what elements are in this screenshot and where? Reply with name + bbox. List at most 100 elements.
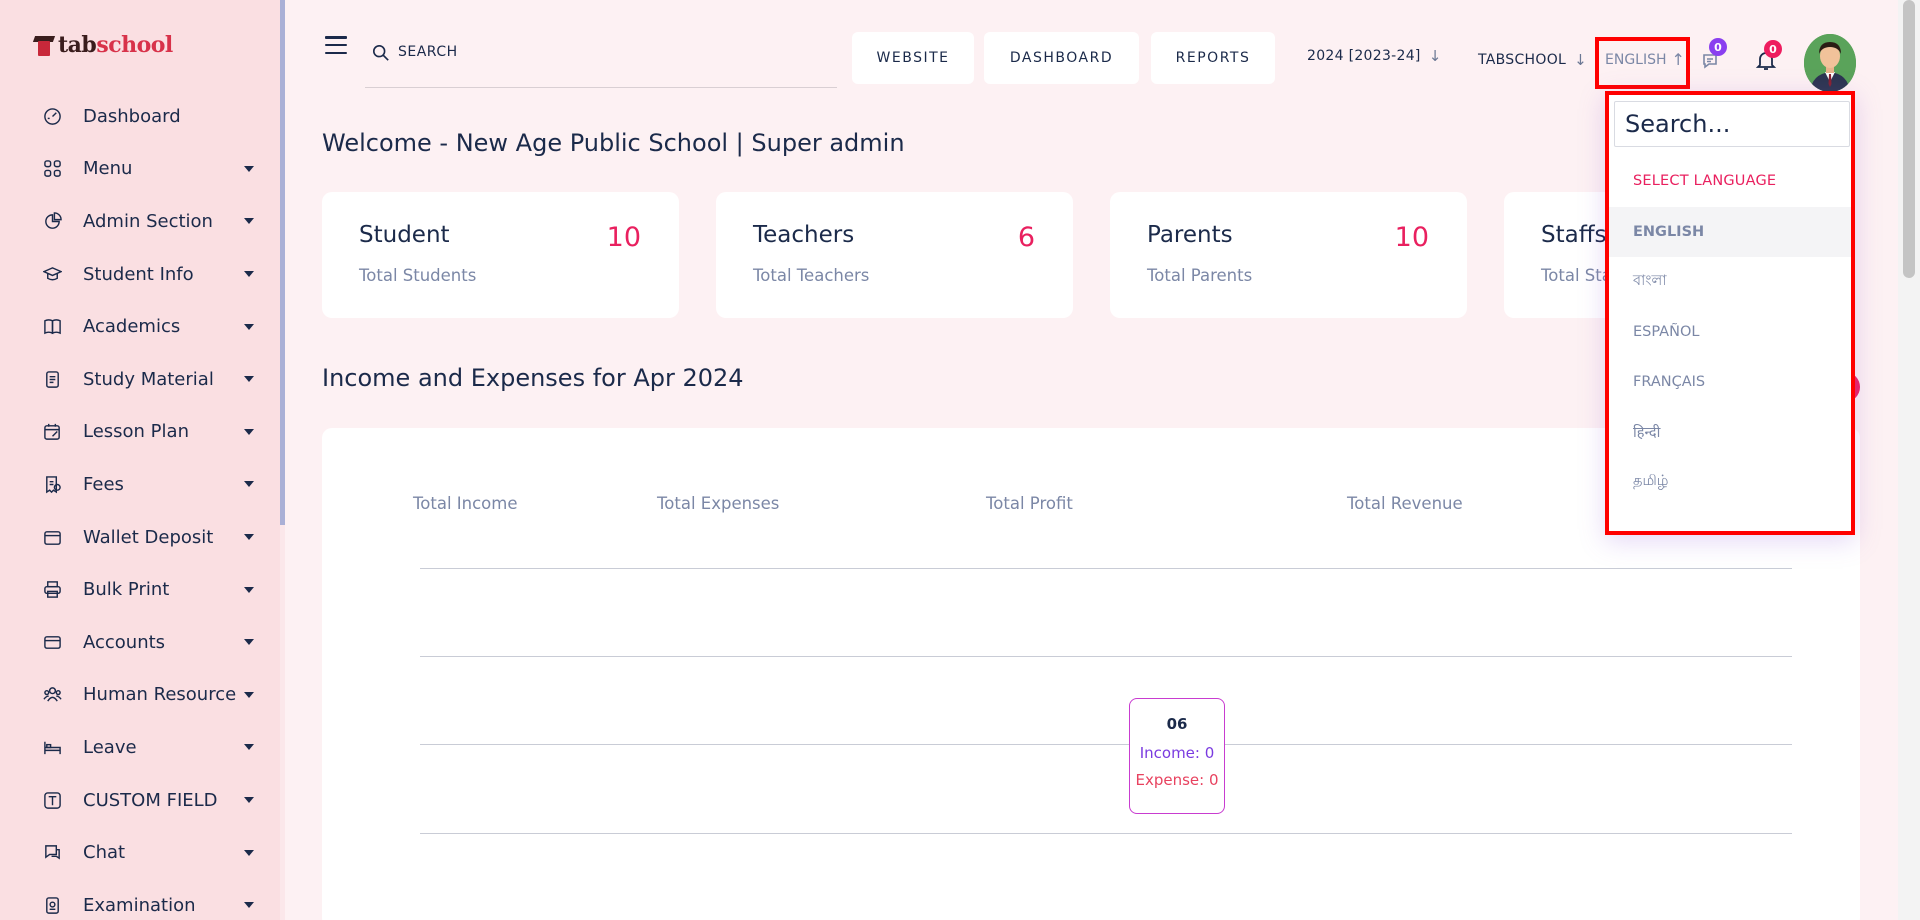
- caret-down-icon: [244, 428, 254, 435]
- sidebar-item-label: Leave: [83, 736, 137, 758]
- tooltip-date: 06: [1166, 715, 1188, 733]
- card-title: Parents: [1147, 222, 1233, 248]
- language-option-english[interactable]: ENGLISH: [1609, 207, 1851, 257]
- notifications-button[interactable]: 0: [1754, 40, 1782, 74]
- caret-down-icon: [244, 902, 254, 909]
- notification-count-badge: 0: [1764, 40, 1782, 58]
- sidebar-item-label: Human Resource: [83, 684, 237, 706]
- sidebar-item-dashboard[interactable]: Dashboard: [0, 90, 280, 143]
- sidebar-item-chat[interactable]: Chat: [0, 826, 280, 879]
- session-label: 2024 [2023-24]: [1307, 48, 1421, 64]
- sidebar-item-leave[interactable]: Leave: [0, 721, 280, 774]
- total-profit-label: Total Profit: [986, 494, 1073, 513]
- sidebar-item-custom-field[interactable]: CUSTOM FIELD: [0, 774, 280, 827]
- bed-icon: [42, 737, 62, 757]
- school-label: TABSCHOOL: [1478, 52, 1567, 68]
- caret-down-icon: [244, 165, 254, 172]
- sidebar-item-lesson-plan[interactable]: Lesson Plan: [0, 406, 280, 459]
- session-selector[interactable]: 2024 [2023-24] ↓: [1307, 47, 1442, 65]
- sidebar-item-label: Examination: [83, 894, 196, 916]
- language-label: ENGLISH: [1605, 51, 1667, 68]
- card-count: 10: [606, 222, 641, 253]
- page-title: Welcome - New Age Public School | Super …: [322, 129, 905, 157]
- website-button[interactable]: WEBSITE: [852, 32, 974, 84]
- sidebar-item-menu[interactable]: Menu: [0, 143, 280, 196]
- student-card[interactable]: Student Total Students 10: [322, 192, 679, 318]
- sidebar-item-wallet-deposit[interactable]: Wallet Deposit: [0, 511, 280, 564]
- arrow-up-icon: ↑: [1671, 50, 1685, 69]
- caret-down-icon: [244, 744, 254, 751]
- grid-icon: [42, 159, 62, 179]
- sidebar-item-label: Student Info: [83, 263, 194, 285]
- caret-down-icon: [244, 271, 254, 278]
- sidebar-item-human-resource[interactable]: Human Resource: [0, 669, 280, 722]
- people-icon: [42, 685, 62, 705]
- messages-button[interactable]: 0: [1700, 38, 1727, 74]
- search-input[interactable]: [398, 44, 798, 60]
- sidebar-item-label: Fees: [83, 473, 124, 495]
- school-selector[interactable]: TABSCHOOL ↓: [1478, 51, 1587, 69]
- search-icon: [372, 44, 389, 61]
- hamburger-menu-icon[interactable]: [325, 36, 347, 54]
- sidebar-item-student-info[interactable]: Student Info: [0, 248, 280, 301]
- caret-down-icon: [244, 376, 254, 383]
- brand-logo[interactable]: tabschool: [32, 30, 173, 60]
- language-option-hindi[interactable]: हिन्दी: [1609, 407, 1851, 457]
- chart-gridline: [420, 568, 1792, 569]
- dashboard-button[interactable]: DASHBOARD: [984, 32, 1139, 84]
- sidebar: tabschool Dashboard Menu Admin Section S…: [0, 0, 280, 920]
- total-revenue-label: Total Revenue: [1347, 494, 1463, 513]
- chart-gridline: [420, 833, 1792, 834]
- wallet-icon: [42, 527, 62, 547]
- sidebar-item-fees[interactable]: Fees: [0, 458, 280, 511]
- sidebar-item-label: Study Material: [83, 368, 214, 390]
- card-title: Student: [359, 222, 450, 248]
- sidebar-item-examination[interactable]: Examination: [0, 879, 280, 920]
- sidebar-item-admin-section[interactable]: Admin Section: [0, 195, 280, 248]
- language-option-espanol[interactable]: ESPAÑOL: [1609, 307, 1851, 357]
- sidebar-item-label: CUSTOM FIELD: [83, 789, 218, 811]
- sidebar-item-label: Bulk Print: [83, 579, 170, 601]
- sidebar-item-label: Chat: [83, 842, 126, 864]
- sidebar-item-bulk-print[interactable]: Bulk Print: [0, 563, 280, 616]
- text-field-icon: [42, 790, 62, 810]
- header-search: [365, 36, 837, 88]
- card-count: 6: [1017, 222, 1035, 253]
- sidebar-item-academics[interactable]: Academics: [0, 300, 280, 353]
- sidebar-scrollbar[interactable]: [280, 0, 285, 920]
- tooltip-income: Income: 0: [1139, 744, 1215, 762]
- card-subtitle: Total Teachers: [753, 266, 870, 285]
- user-avatar[interactable]: [1804, 34, 1856, 92]
- dashboard-icon: [42, 106, 62, 126]
- caret-down-icon: [244, 691, 254, 698]
- caret-down-icon: [244, 218, 254, 225]
- language-search-input[interactable]: [1614, 101, 1850, 147]
- sidebar-item-study-material[interactable]: Study Material: [0, 353, 280, 406]
- language-heading: SELECT LANGUAGE: [1633, 173, 1777, 189]
- sidebar-item-label: Dashboard: [83, 105, 181, 127]
- card-icon: [42, 632, 62, 652]
- language-option-tamil[interactable]: தமிழ்: [1609, 457, 1851, 507]
- card-title: Teachers: [753, 222, 855, 248]
- caret-down-icon: [244, 323, 254, 330]
- caret-down-icon: [244, 586, 254, 593]
- card-subtitle: Total Students: [359, 266, 477, 285]
- teachers-card[interactable]: Teachers Total Teachers 6: [716, 192, 1073, 318]
- language-selector[interactable]: ENGLISH ↑: [1605, 50, 1685, 69]
- page-scrollbar-thumb[interactable]: [1903, 0, 1915, 278]
- language-option-bangla[interactable]: বাংলা: [1609, 257, 1851, 307]
- sidebar-item-accounts[interactable]: Accounts: [0, 616, 280, 669]
- language-option-francais[interactable]: FRANÇAIS: [1609, 357, 1851, 407]
- caret-down-icon: [244, 481, 254, 488]
- total-income-label: Total Income: [413, 494, 518, 513]
- message-count-badge: 0: [1709, 38, 1727, 56]
- sidebar-nav: Dashboard Menu Admin Section Student Inf…: [0, 90, 280, 920]
- chat-icon: [42, 843, 62, 863]
- sidebar-scrollbar-thumb[interactable]: [280, 0, 285, 525]
- sidebar-item-label: Wallet Deposit: [83, 526, 214, 548]
- parents-card[interactable]: Parents Total Parents 10: [1110, 192, 1467, 318]
- reports-button[interactable]: REPORTS: [1151, 32, 1275, 84]
- book-icon: [42, 317, 62, 337]
- exam-icon: [42, 895, 62, 915]
- graduation-cap-logo-icon: [32, 34, 56, 56]
